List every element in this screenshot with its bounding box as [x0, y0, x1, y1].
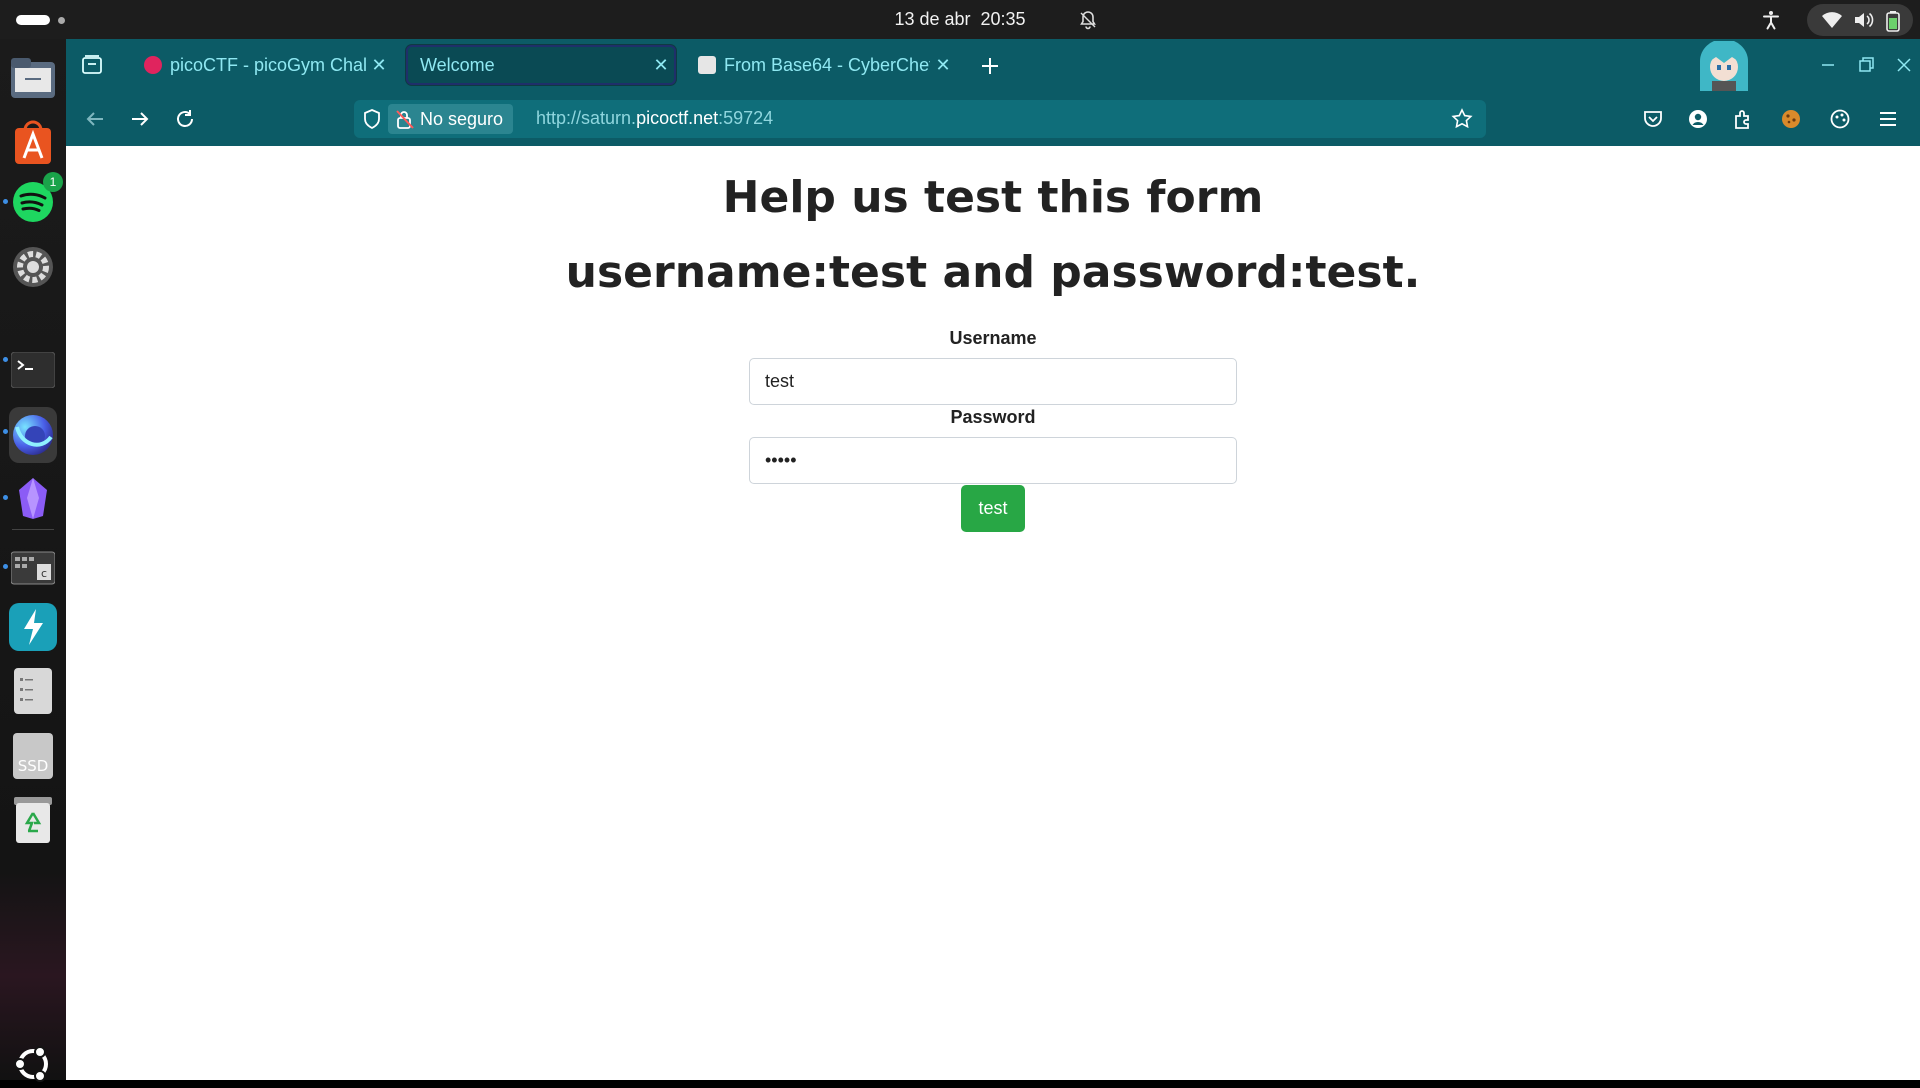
obsidian-icon[interactable] — [9, 474, 57, 522]
page-subheading: username:test and password:test. — [565, 247, 1421, 298]
wifi-icon — [1822, 12, 1842, 28]
spotify-badge: 1 — [43, 172, 63, 192]
notification-bell-icon[interactable] — [1078, 10, 1098, 30]
tab-label: From Base64 - CyberChef — [724, 54, 930, 75]
url-port: :59724 — [718, 108, 774, 128]
not-secure-indicator[interactable]: No seguro — [388, 104, 514, 134]
password-label: Password — [950, 407, 1036, 427]
forward-arrow-icon[interactable] — [128, 107, 152, 131]
restore-icon[interactable] — [1854, 53, 1878, 77]
tab-picoctf[interactable]: picoCTF - picoGym Challe ✕ — [132, 45, 392, 85]
tab-welcome[interactable]: Welcome ✕ — [406, 45, 676, 85]
url-text[interactable]: http://saturn.picoctf.net:59724 — [536, 108, 773, 129]
terminal-icon[interactable] — [9, 346, 57, 394]
submit-button[interactable]: test — [961, 485, 1025, 532]
volume-icon — [1855, 12, 1874, 28]
minimize-icon[interactable] — [1816, 53, 1840, 77]
dock: 1 c SSD — [0, 39, 66, 1082]
accessibility-icon[interactable] — [1760, 9, 1782, 31]
close-tab-icon[interactable]: ✕ — [648, 55, 674, 76]
url-prefix: http://saturn. — [536, 108, 637, 128]
flash-app-icon[interactable] — [9, 603, 57, 651]
page-heading: Help us test this form — [722, 172, 1264, 223]
svg-text:c: c — [41, 567, 47, 580]
pocket-icon[interactable] — [1641, 107, 1665, 131]
battery-icon — [1886, 11, 1900, 32]
settings-icon[interactable] — [9, 243, 57, 291]
text-editor-icon[interactable] — [9, 667, 57, 715]
url-host: picoctf.net — [636, 108, 719, 128]
system-top-bar: 13 de abr 20:35 — [0, 0, 1920, 39]
tab-label: picoCTF - picoGym Challe — [170, 54, 366, 75]
clock[interactable]: 13 de abr 20:35 — [0, 9, 1920, 30]
firefox-icon[interactable] — [9, 407, 57, 463]
time-text: 20:35 — [980, 9, 1026, 29]
close-window-icon[interactable] — [1892, 53, 1916, 77]
browser-window: picoCTF - picoGym Challe ✕ Welcome ✕ Fro… — [66, 39, 1920, 1080]
ssd-label: SSD — [18, 757, 49, 775]
profile-avatar[interactable] — [1692, 39, 1756, 91]
bookmark-star-icon[interactable] — [1450, 107, 1474, 131]
files-app-icon[interactable] — [9, 54, 57, 102]
keyboard-layout-icon[interactable]: c — [9, 544, 57, 592]
account-icon[interactable] — [1686, 107, 1710, 131]
close-tab-icon[interactable]: ✕ — [930, 55, 956, 76]
not-secure-label: No seguro — [420, 109, 504, 129]
reload-icon[interactable] — [173, 107, 197, 131]
menu-hamburger-icon[interactable] — [1876, 107, 1900, 131]
tab-cyberchef[interactable]: From Base64 - CyberChef ✕ — [686, 45, 956, 85]
picoctf-favicon-icon — [144, 56, 162, 74]
tab-overview-icon[interactable] — [80, 53, 104, 77]
username-label: Username — [949, 328, 1037, 348]
date-text: 13 de abr — [894, 9, 971, 29]
spotify-icon[interactable]: 1 — [9, 172, 63, 226]
new-tab-plus-icon[interactable] — [978, 54, 1002, 78]
url-bar[interactable]: No seguro http://saturn.picoctf.net:5972… — [354, 100, 1486, 138]
trash-icon[interactable] — [9, 796, 57, 844]
extensions-puzzle-icon[interactable] — [1731, 107, 1755, 131]
cyberchef-favicon-icon — [698, 56, 716, 74]
insecure-lock-icon — [396, 110, 414, 129]
username-input[interactable] — [749, 358, 1237, 405]
close-tab-icon[interactable]: ✕ — [366, 55, 392, 76]
tracking-protection-shield-icon[interactable] — [360, 107, 384, 131]
navigation-toolbar: No seguro http://saturn.picoctf.net:5972… — [66, 91, 1920, 146]
customize-icon[interactable] — [1828, 107, 1852, 131]
tab-label: Welcome — [420, 54, 495, 75]
tab-bar: picoCTF - picoGym Challe ✕ Welcome ✕ Fro… — [66, 39, 1920, 91]
show-apps-ubuntu-icon[interactable] — [9, 1040, 57, 1088]
cookie-extension-icon[interactable] — [1779, 107, 1803, 131]
web-page: Help us test this form username:test and… — [66, 146, 1920, 1080]
back-arrow-icon[interactable] — [83, 107, 107, 131]
app-center-icon[interactable] — [9, 118, 57, 166]
password-input[interactable] — [749, 437, 1237, 484]
ssd-drive-icon[interactable]: SSD — [9, 732, 57, 780]
system-status-menu[interactable] — [1807, 4, 1913, 36]
